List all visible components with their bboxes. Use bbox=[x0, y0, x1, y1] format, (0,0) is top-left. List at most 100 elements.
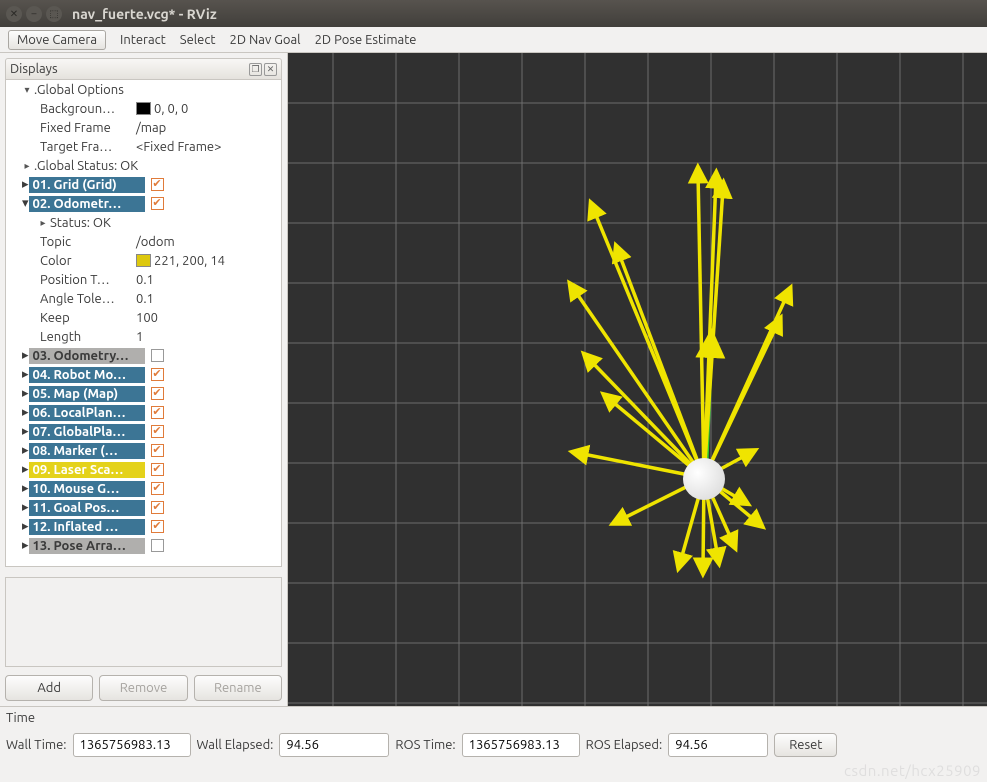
displays-panel: Displays ❐ ✕ ▾ .Global Options Backgroun… bbox=[0, 53, 288, 706]
prop-key: Angle Tole… bbox=[38, 292, 136, 306]
display-item-checkbox[interactable] bbox=[151, 482, 164, 495]
odometry-arrows bbox=[288, 53, 987, 706]
display-item-checkbox[interactable] bbox=[151, 520, 164, 533]
display-item-label: 03. Odometry… bbox=[29, 348, 145, 364]
fixed-frame-row[interactable]: Fixed Frame /map bbox=[6, 118, 281, 137]
display-item-checkbox[interactable] bbox=[151, 178, 164, 191]
display-item-label: 02. Odometr… bbox=[29, 196, 145, 212]
display-item-label: 08. Marker (… bbox=[29, 443, 145, 459]
display-item-label: 11. Goal Pos… bbox=[29, 500, 145, 516]
display-item[interactable]: ▸07. GlobalPla… bbox=[6, 422, 281, 441]
displays-panel-header: Displays ❐ ✕ bbox=[5, 58, 282, 80]
property-row[interactable]: Keep100 bbox=[6, 308, 281, 327]
ros-elapsed-field[interactable] bbox=[668, 733, 768, 757]
status-label: Status: OK bbox=[48, 216, 111, 230]
prop-value: 0.1 bbox=[136, 273, 154, 287]
undock-icon[interactable]: ❐ bbox=[249, 63, 262, 76]
time-panel: Time Wall Time: Wall Elapsed: ROS Time: … bbox=[0, 706, 987, 782]
interact-button[interactable]: Interact bbox=[120, 33, 166, 47]
expand-arrow-icon[interactable]: ▸ bbox=[38, 217, 48, 229]
display-item[interactable]: ▸01. Grid (Grid) bbox=[6, 175, 281, 194]
prop-value: 0.1 bbox=[136, 292, 154, 306]
move-camera-button[interactable]: Move Camera bbox=[8, 30, 106, 50]
prop-key: Target Fra… bbox=[38, 140, 136, 154]
prop-value: 221, 200, 14 bbox=[154, 254, 225, 268]
close-panel-icon[interactable]: ✕ bbox=[264, 63, 277, 76]
prop-key: Length bbox=[38, 330, 136, 344]
status-row[interactable]: ▸Status: OK bbox=[6, 213, 281, 232]
display-item[interactable]: ▸06. LocalPlan… bbox=[6, 403, 281, 422]
display-item-checkbox[interactable] bbox=[151, 539, 164, 552]
prop-key: Fixed Frame bbox=[38, 121, 136, 135]
maximize-icon[interactable]: ⬚ bbox=[46, 6, 62, 22]
display-item-checkbox[interactable] bbox=[151, 197, 164, 210]
display-item[interactable]: ▸10. Mouse G… bbox=[6, 479, 281, 498]
wall-elapsed-label: Wall Elapsed: bbox=[197, 738, 274, 752]
prop-key: Backgroun… bbox=[38, 102, 136, 116]
property-row[interactable]: Color221, 200, 14 bbox=[6, 251, 281, 270]
window-title: nav_fuerte.vcg* - RViz bbox=[72, 6, 217, 22]
display-item[interactable]: ▸04. Robot Mo… bbox=[6, 365, 281, 384]
display-item[interactable]: ▸05. Map (Map) bbox=[6, 384, 281, 403]
background-color-row[interactable]: Backgroun… 0, 0, 0 bbox=[6, 99, 281, 118]
display-item-checkbox[interactable] bbox=[151, 444, 164, 457]
display-item-label: 05. Map (Map) bbox=[29, 386, 145, 402]
display-item-label: 07. GlobalPla… bbox=[29, 424, 145, 440]
display-item-checkbox[interactable] bbox=[151, 406, 164, 419]
ros-time-field[interactable] bbox=[462, 733, 580, 757]
rename-button[interactable]: Rename bbox=[194, 675, 282, 701]
display-item-checkbox[interactable] bbox=[151, 501, 164, 514]
display-item-checkbox[interactable] bbox=[151, 387, 164, 400]
wall-elapsed-field[interactable] bbox=[279, 733, 389, 757]
target-frame-row[interactable]: Target Fra… <Fixed Frame> bbox=[6, 137, 281, 156]
display-item[interactable]: ▸03. Odometry… bbox=[6, 346, 281, 365]
viewport[interactable] bbox=[288, 53, 987, 706]
watermark: csdn.net/hcx25909 bbox=[844, 762, 981, 779]
add-button[interactable]: Add bbox=[5, 675, 93, 701]
nav-goal-button[interactable]: 2D Nav Goal bbox=[230, 33, 301, 47]
robot-marker bbox=[683, 458, 725, 500]
display-item[interactable]: ▸13. Pose Arra… bbox=[6, 536, 281, 555]
expand-arrow-icon[interactable]: ▸ bbox=[22, 160, 32, 172]
display-item-label: 12. Inflated … bbox=[29, 519, 145, 535]
pose-estimate-button[interactable]: 2D Pose Estimate bbox=[315, 33, 417, 47]
display-item-checkbox[interactable] bbox=[151, 349, 164, 362]
property-row[interactable]: Topic/odom bbox=[6, 232, 281, 251]
prop-value: 0, 0, 0 bbox=[154, 102, 188, 116]
prop-key: Topic bbox=[38, 235, 136, 249]
reset-button[interactable]: Reset bbox=[774, 733, 837, 757]
prop-value: /map bbox=[136, 121, 281, 135]
select-button[interactable]: Select bbox=[180, 33, 216, 47]
display-item-label: 13. Pose Arra… bbox=[29, 538, 145, 554]
global-options-label: .Global Options bbox=[32, 83, 124, 97]
display-item[interactable]: ▸11. Goal Pos… bbox=[6, 498, 281, 517]
display-item[interactable]: ▸12. Inflated … bbox=[6, 517, 281, 536]
display-item-label: 04. Robot Mo… bbox=[29, 367, 145, 383]
property-row[interactable]: Angle Tole…0.1 bbox=[6, 289, 281, 308]
global-status-row[interactable]: ▸ .Global Status: OK bbox=[6, 156, 281, 175]
close-icon[interactable]: ✕ bbox=[6, 6, 22, 22]
expand-arrow-icon[interactable]: ▾ bbox=[22, 84, 32, 96]
display-item-checkbox[interactable] bbox=[151, 368, 164, 381]
prop-key: Keep bbox=[38, 311, 136, 325]
display-item-label: 09. Laser Sca… bbox=[29, 462, 145, 478]
property-row[interactable]: Position T…0.1 bbox=[6, 270, 281, 289]
remove-button[interactable]: Remove bbox=[99, 675, 187, 701]
minimize-icon[interactable]: – bbox=[26, 6, 42, 22]
global-options-row[interactable]: ▾ .Global Options bbox=[6, 80, 281, 99]
ros-time-label: ROS Time: bbox=[395, 738, 455, 752]
display-item-label: 10. Mouse G… bbox=[29, 481, 145, 497]
description-pane bbox=[5, 577, 282, 667]
displays-tree[interactable]: ▾ .Global Options Backgroun… 0, 0, 0 Fix… bbox=[5, 80, 282, 567]
display-item[interactable]: ▸09. Laser Sca… bbox=[6, 460, 281, 479]
prop-value: <Fixed Frame> bbox=[136, 140, 281, 154]
property-row[interactable]: Length1 bbox=[6, 327, 281, 346]
color-swatch-icon bbox=[136, 254, 151, 267]
display-item[interactable]: ▸08. Marker (… bbox=[6, 441, 281, 460]
wall-time-field[interactable] bbox=[73, 733, 191, 757]
display-item[interactable]: ▾02. Odometr… bbox=[6, 194, 281, 213]
display-item-checkbox[interactable] bbox=[151, 425, 164, 438]
display-item-checkbox[interactable] bbox=[151, 463, 164, 476]
window-titlebar: ✕ – ⬚ nav_fuerte.vcg* - RViz bbox=[0, 0, 987, 27]
wall-time-label: Wall Time: bbox=[6, 738, 67, 752]
